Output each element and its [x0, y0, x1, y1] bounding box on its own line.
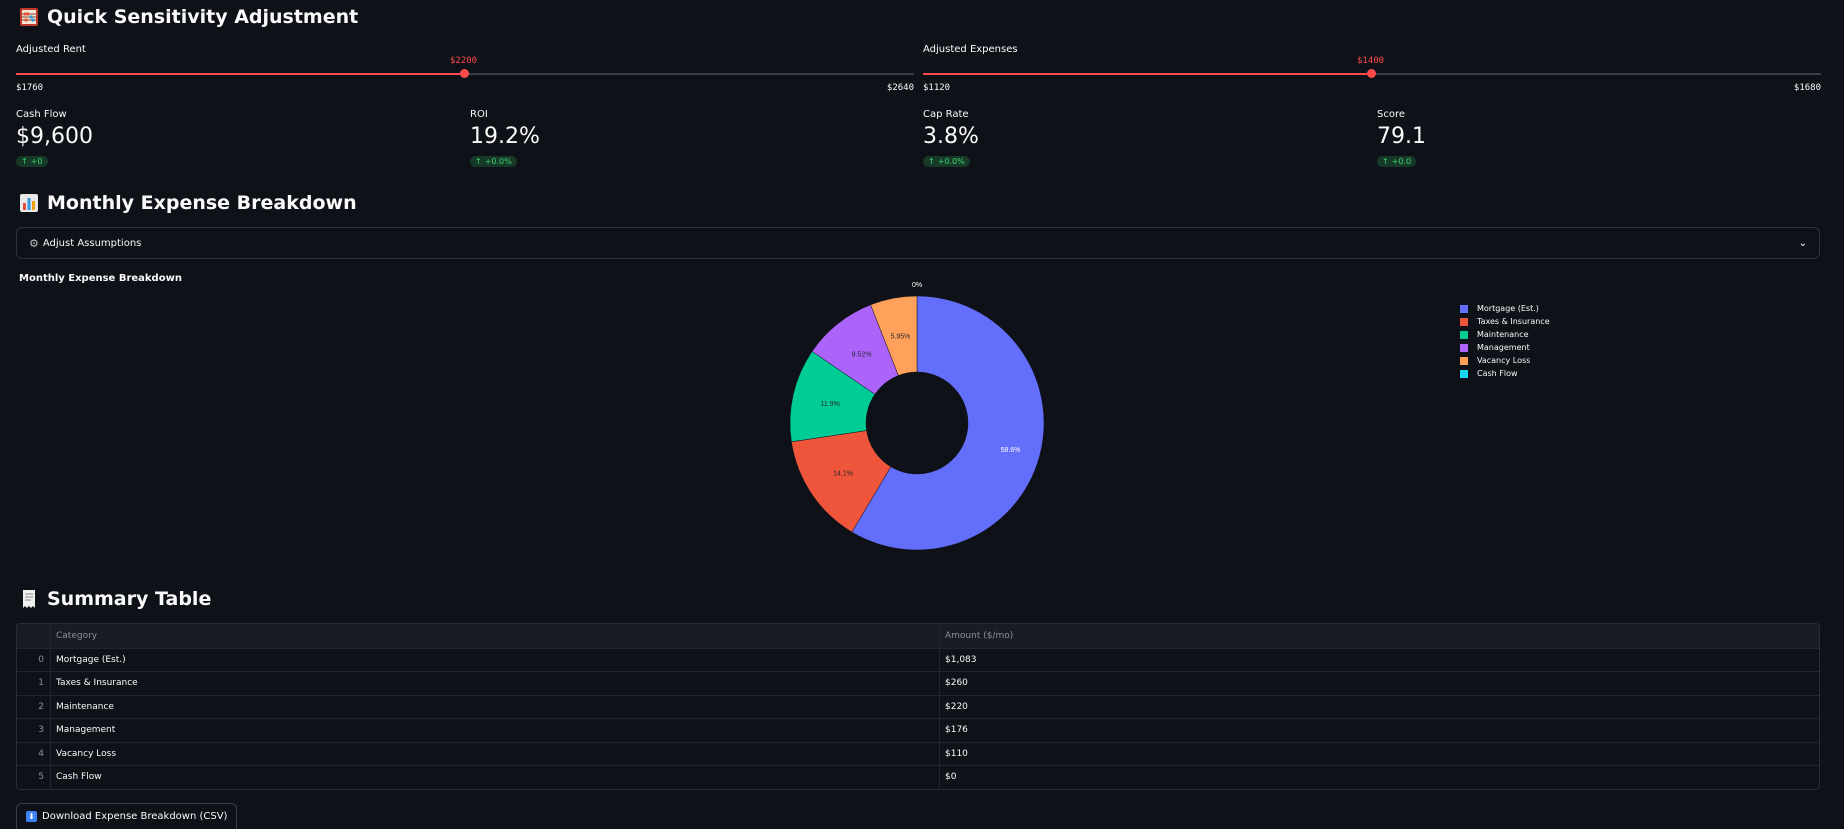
slice-percent-label: 5.95% [891, 334, 911, 341]
column-header-amount[interactable]: Amount ($/mo) [940, 624, 1819, 648]
legend-item[interactable]: Maintenance [1460, 328, 1550, 341]
download-button-label: Download Expense Breakdown (CSV) [42, 811, 228, 822]
legend-item[interactable]: Cash Flow [1460, 367, 1550, 380]
category-cell[interactable]: Vacancy Loss [51, 742, 940, 765]
category-cell[interactable]: Taxes & Insurance [51, 672, 940, 695]
slice-percent-label: 58.6% [1001, 447, 1021, 454]
legend-item[interactable]: Taxes & Insurance [1460, 315, 1550, 328]
amount-cell[interactable]: $220 [940, 696, 1819, 719]
row-index: 3 [17, 719, 51, 742]
legend-swatch [1460, 356, 1468, 365]
legend-swatch [1460, 330, 1468, 339]
index-header [17, 624, 51, 648]
category-cell[interactable]: Management [51, 719, 940, 742]
legend-swatch [1460, 343, 1468, 352]
slice-percent-label: 0% [912, 282, 922, 289]
legend-item[interactable]: Vacancy Loss [1460, 354, 1550, 367]
legend-label: Taxes & Insurance [1477, 317, 1550, 326]
column-header-category[interactable]: Category [51, 624, 940, 648]
row-index: 1 [17, 672, 51, 695]
legend-label: Maintenance [1477, 330, 1529, 339]
amount-cell[interactable]: $0 [940, 766, 1819, 789]
category-cell[interactable]: Cash Flow [51, 766, 940, 789]
amount-cell[interactable]: $176 [940, 719, 1819, 742]
row-index: 0 [17, 648, 51, 671]
category-cell[interactable]: Maintenance [51, 695, 940, 718]
row-index: 2 [17, 695, 51, 718]
slice-percent-label: 9.52% [852, 351, 872, 358]
legend-item[interactable]: Mortgage (Est.) [1460, 302, 1550, 315]
slice-percent-label: 14.1% [833, 471, 853, 478]
row-index: 4 [17, 742, 51, 765]
table-row[interactable]: 3 Management $176 [17, 718, 1819, 742]
category-cell[interactable]: Mortgage (Est.) [51, 648, 940, 671]
summary-table[interactable]: Category Amount ($/mo) 0 Mortgage (Est.) $… [16, 623, 1820, 790]
legend-label: Management [1477, 343, 1530, 352]
download-csv-button[interactable]: ⬇ Download Expense Breakdown (CSV) [16, 803, 238, 829]
summary-title: Summary Table [47, 588, 212, 610]
legend-label: Vacancy Loss [1477, 356, 1531, 365]
amount-cell[interactable]: $260 [940, 672, 1819, 695]
download-icon: ⬇ [26, 811, 37, 822]
chart-legend: Mortgage (Est.) Taxes & Insurance Maintena… [1460, 302, 1550, 380]
summary-heading: Summary Table [19, 588, 211, 610]
legend-label: Cash Flow [1477, 369, 1518, 378]
table-row[interactable]: 5 Cash Flow $0 [17, 765, 1819, 789]
legend-label: Mortgage (Est.) [1477, 304, 1539, 313]
table-row[interactable]: 0 Mortgage (Est.) $1,083 [17, 647, 1819, 672]
amount-cell[interactable]: $1,083 [940, 649, 1819, 672]
legend-swatch [1460, 317, 1468, 326]
table-header-row: Category Amount ($/mo) [17, 624, 1819, 648]
row-index: 5 [17, 766, 51, 789]
amount-cell[interactable]: $110 [940, 743, 1819, 766]
slice-percent-label: 11.9% [821, 401, 840, 408]
table-row[interactable]: 4 Vacancy Loss $110 [17, 741, 1819, 766]
app-page: Quick Sensitivity Adjustment Adjusted Re… [0, 0, 1844, 829]
legend-swatch [1460, 369, 1468, 378]
table-row[interactable]: 1 Taxes & Insurance $260 [17, 671, 1819, 695]
legend-swatch [1460, 304, 1468, 313]
legend-item[interactable]: Management [1460, 341, 1550, 354]
receipt-icon [23, 590, 35, 608]
table-row[interactable]: 2 Maintenance $220 [17, 694, 1819, 719]
